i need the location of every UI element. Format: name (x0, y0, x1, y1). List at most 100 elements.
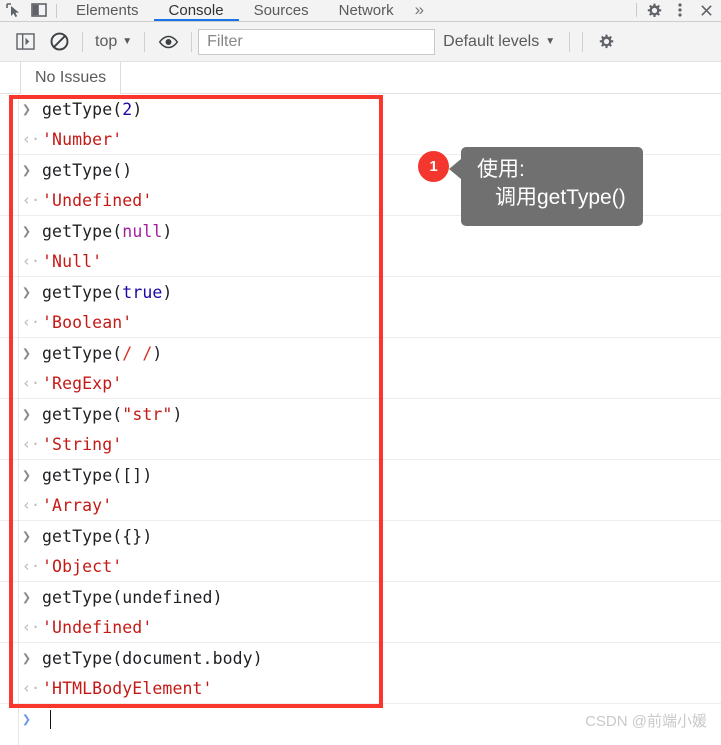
console-output-row[interactable]: ‹· 'String' (0, 429, 721, 459)
console-input-row[interactable]: ❯ getType(document.body) (0, 643, 721, 673)
no-issues-tab[interactable]: No Issues (20, 62, 122, 94)
devtools-window: Elements Console Sources Network » top ▼… (0, 0, 721, 745)
callout-arrow (449, 159, 461, 179)
gear-icon[interactable] (641, 0, 667, 21)
output-marker-icon: ‹· (22, 618, 41, 636)
output-marker-icon: ‹· (22, 130, 41, 148)
more-options-icon[interactable] (667, 0, 693, 21)
console-input-row[interactable]: ❯ getType({}) (0, 521, 721, 551)
close-icon[interactable] (693, 0, 719, 21)
no-issues-label: No Issues (35, 69, 107, 86)
console-entry: ❯ getType(2) ‹· 'Number' (0, 94, 721, 155)
inspect-element-icon[interactable] (0, 0, 26, 21)
toolbar-sep-1 (82, 31, 83, 52)
console-input-code: getType({}) (42, 526, 153, 546)
console-output-row[interactable]: ‹· 'Object' (0, 551, 721, 581)
filter-placeholder: Filter (207, 32, 243, 50)
console-input-code: getType([]) (42, 465, 153, 485)
console-input-code: getType("str") (42, 404, 183, 424)
input-marker-icon: ❯ (22, 161, 32, 179)
console-input-row[interactable]: ❯ getType([]) (0, 460, 721, 490)
more-tabs-icon[interactable]: » (409, 0, 430, 21)
issues-bar: No Issues (0, 62, 721, 94)
annotation-line-2: 调用getType() (495, 186, 626, 210)
console-settings-icon[interactable] (589, 25, 623, 59)
tab-sources-label: Sources (253, 1, 309, 19)
console-output-value: 'RegExp' (42, 373, 123, 393)
toolbar-divider (56, 3, 57, 18)
console-output-value: 'Boolean' (42, 312, 133, 332)
log-levels-label: Default levels (443, 32, 540, 50)
toolbar-sep-5 (582, 31, 584, 52)
console-input-code: getType(/ /) (42, 343, 163, 363)
execution-context-label: top (95, 32, 118, 50)
tab-network[interactable]: Network (324, 0, 409, 21)
console-input-code: getType(2) (42, 99, 143, 119)
console-output-value: 'Object' (42, 556, 123, 576)
console-output-row[interactable]: ‹· 'Boolean' (0, 307, 721, 337)
output-marker-icon: ‹· (22, 557, 41, 575)
console-output-value: 'Array' (42, 495, 113, 515)
console-input-code: getType(document.body) (42, 648, 263, 668)
console-output-value: 'Undefined' (42, 617, 153, 637)
console-input-row[interactable]: ❯ getType(2) (0, 94, 721, 124)
log-levels-selector[interactable]: Default levels ▼ (435, 33, 563, 51)
console-output-row[interactable]: ‹· 'RegExp' (0, 368, 721, 398)
tab-elements[interactable]: Elements (61, 0, 154, 21)
filter-input[interactable]: Filter (198, 28, 436, 55)
console-output-row[interactable]: ‹· 'Array' (0, 490, 721, 520)
output-marker-icon: ‹· (22, 496, 41, 514)
chevron-down-icon-levels: ▼ (545, 36, 556, 47)
console-output-row[interactable]: ‹· 'Null' (0, 246, 721, 276)
toolbar-sep-4 (569, 31, 571, 52)
toolbar-divider-right (636, 3, 637, 17)
console-entry: ❯ getType(/ /) ‹· 'RegExp' (0, 338, 721, 399)
console-output-value: 'HTMLBodyElement' (42, 678, 213, 698)
input-marker-icon: ❯ (22, 283, 32, 301)
console-input-row[interactable]: ❯ getType(true) (0, 277, 721, 307)
tab-sources[interactable]: Sources (239, 0, 324, 21)
chevron-down-icon: ▼ (122, 36, 133, 47)
console-input-code: getType(true) (42, 282, 173, 302)
execution-context-selector[interactable]: top ▼ (89, 33, 138, 51)
console-input-row[interactable]: ❯ getType("str") (0, 399, 721, 429)
console-input-code: getType(undefined) (42, 587, 223, 607)
input-marker-icon: ❯ (22, 527, 32, 545)
devtools-tabstrip: Elements Console Sources Network » (0, 0, 721, 22)
output-marker-icon: ‹· (22, 313, 41, 331)
console-entry: ❯ getType(true) ‹· 'Boolean' (0, 277, 721, 338)
console-entry: ❯ getType("str") ‹· 'String' (0, 399, 721, 460)
annotation-line-1: 使用: (477, 158, 525, 181)
tab-console[interactable]: Console (153, 0, 239, 21)
input-marker-icon: ❯ (22, 466, 32, 484)
input-marker-icon: ❯ (22, 222, 32, 240)
annotation-callout: 1 使用: 调用getType() (418, 147, 643, 226)
tab-console-label: Console (168, 1, 224, 19)
live-expression-icon[interactable] (151, 25, 185, 59)
console-output-value: 'Null' (42, 251, 103, 271)
console-output-row[interactable]: ‹· 'Undefined' (0, 612, 721, 642)
console-output-row[interactable]: ‹· 'HTMLBodyElement' (0, 673, 721, 703)
console-input-row[interactable]: ❯ getType(/ /) (0, 338, 721, 368)
input-marker-icon: ❯ (22, 588, 32, 606)
tab-network-label: Network (338, 1, 394, 19)
console-entry: ❯ getType(document.body) ‹· 'HTMLBodyElemen… (0, 643, 721, 704)
console-toolbar: top ▼ Filter Default levels ▼ (0, 22, 721, 62)
input-marker-icon: ❯ (22, 344, 32, 362)
console-input-row[interactable]: ❯ getType(undefined) (0, 582, 721, 612)
output-marker-icon: ‹· (22, 252, 41, 270)
console-output-value: 'Undefined' (42, 190, 153, 210)
dock-position-icon[interactable] (26, 0, 52, 21)
console-sidebar-icon[interactable] (8, 25, 42, 59)
output-marker-icon: ‹· (22, 435, 41, 453)
text-caret (50, 709, 51, 729)
output-marker-icon: ‹· (22, 191, 41, 209)
console-entry: ❯ getType([]) ‹· 'Array' (0, 460, 721, 521)
prompt-marker-icon: ❯ (22, 710, 32, 728)
console-output-value: 'Number' (42, 129, 123, 149)
clear-console-icon[interactable] (42, 25, 76, 59)
input-marker-icon: ❯ (22, 649, 32, 667)
console-entry: ❯ getType({}) ‹· 'Object' (0, 521, 721, 582)
console-gutter-line (18, 94, 19, 745)
console-input-code: getType(null) (42, 221, 173, 241)
